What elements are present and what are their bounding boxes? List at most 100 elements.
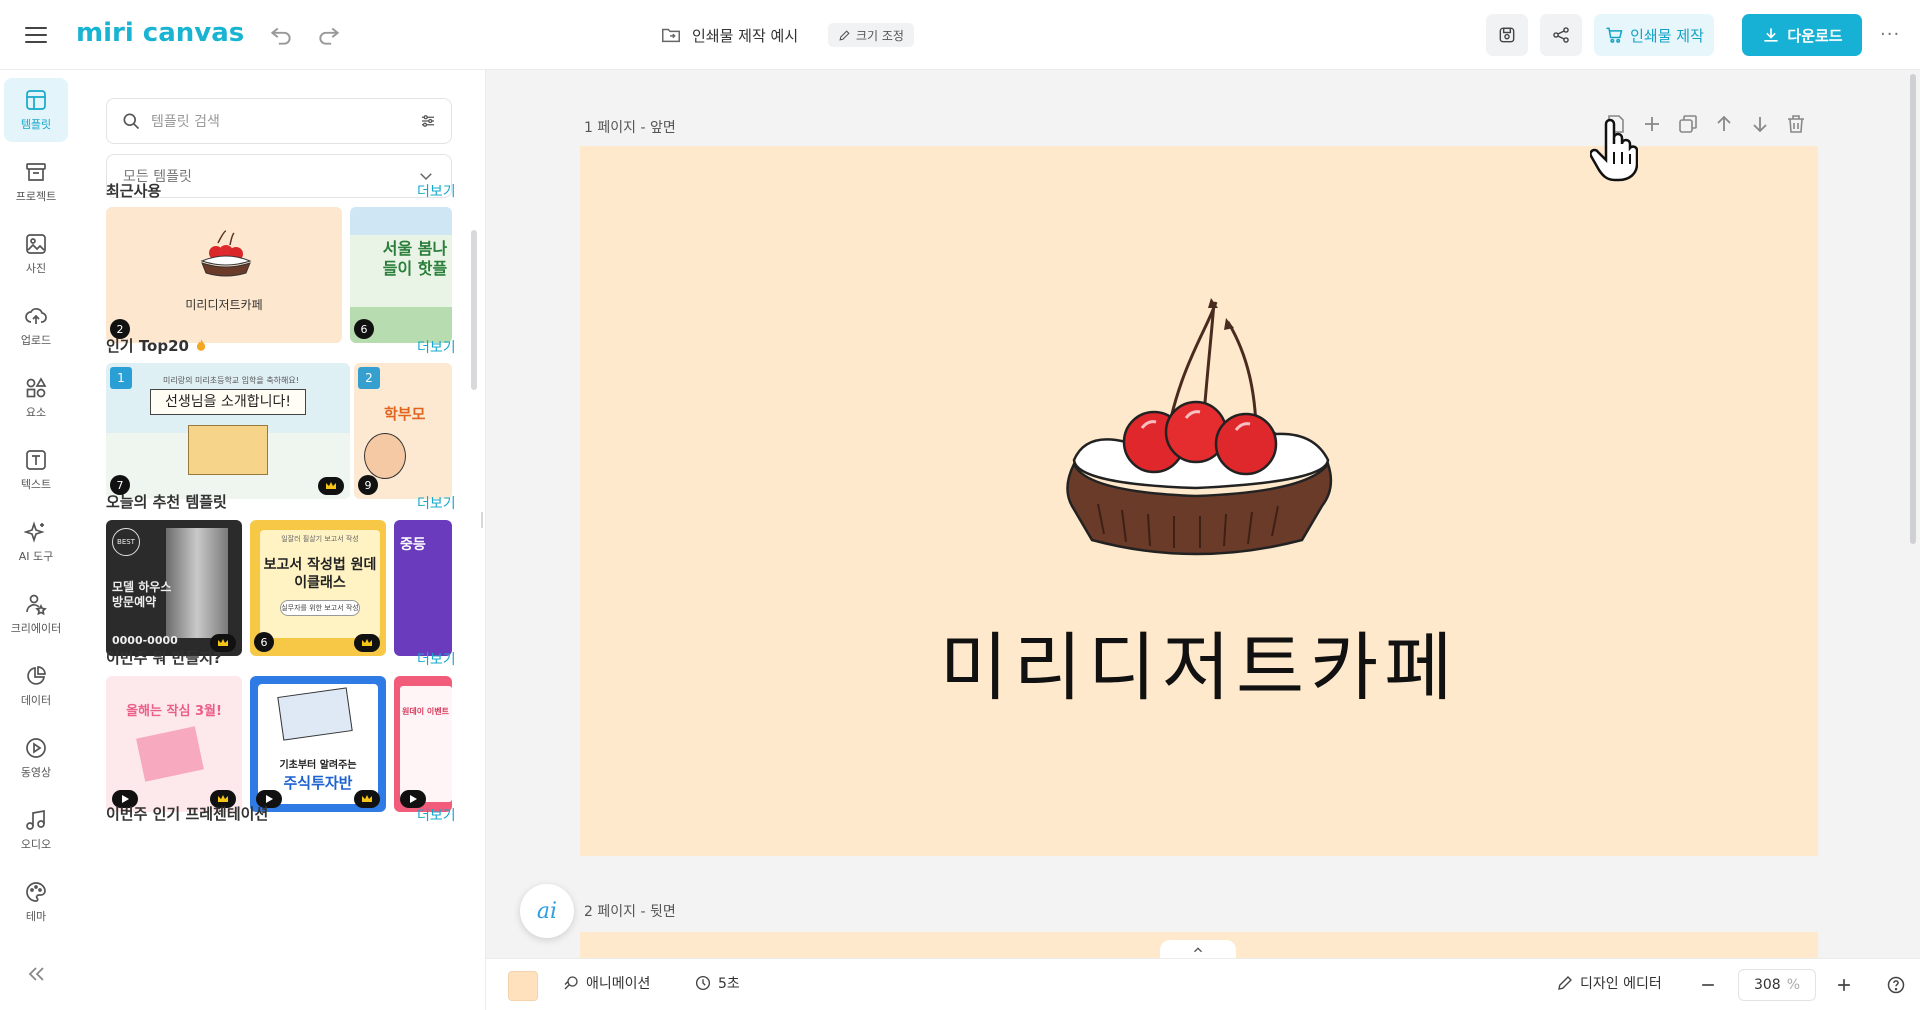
page-duration-button[interactable]: 5초 (694, 973, 740, 993)
move-down-icon[interactable] (1748, 112, 1772, 136)
filter-icon[interactable] (419, 112, 437, 130)
redo-icon[interactable] (316, 22, 342, 48)
zoom-unit: % (1786, 977, 1801, 993)
rail-label: 템플릿 (20, 118, 52, 131)
template-card-today-2[interactable]: 일잘러 필살기 보고서 작성 보고서 작성법 원데이클래스 실무자를 위한 보고… (250, 520, 386, 656)
rail-item-data[interactable]: 데이터 (4, 654, 68, 718)
duplicate-page-icon[interactable] (1676, 112, 1700, 136)
animation-button[interactable]: 애니메이션 (562, 973, 650, 993)
template-card-weekly-3[interactable]: 원데이 이벤트 (394, 676, 452, 812)
fire-icon (197, 339, 206, 351)
page-count-badge: 6 (254, 632, 274, 652)
artboard-page-1[interactable]: 미리디저트카페 (580, 146, 1818, 856)
page-1-label[interactable]: 1 페이지 - 앞면 (584, 117, 676, 137)
more-link-weekly[interactable]: 더보기 (417, 649, 456, 669)
zoom-in-icon[interactable] (1834, 975, 1854, 995)
canvas-scrollbar[interactable] (1910, 74, 1916, 544)
rail-label: 업로드 (20, 334, 52, 347)
more-options-icon[interactable]: ··· (1880, 24, 1900, 45)
save-icon (1499, 27, 1515, 43)
template-icon (26, 90, 46, 110)
more-link-recent[interactable]: 더보기 (417, 181, 456, 201)
animation-icon (564, 976, 578, 990)
template-search-input[interactable]: 템플릿 검색 (106, 98, 452, 144)
rail-item-upload[interactable]: 업로드 (4, 294, 68, 358)
background-color-swatch[interactable] (508, 971, 538, 1001)
download-label: 다운로드 (1787, 26, 1843, 45)
top-bar: miri canvas 인쇄물 제작 예시 크기 조정 인쇄물 제작 다운로드 … (0, 0, 1920, 70)
ai-assistant-button[interactable]: ai (520, 884, 574, 938)
card-paper (400, 686, 452, 802)
rank-badge: 1 (110, 367, 132, 389)
upload-icon (25, 308, 47, 324)
template-card-today-1[interactable]: BEST 모델 하우스 방문예약 0000-0000 (106, 520, 242, 656)
page-2-label[interactable]: 2 페이지 - 뒷면 (584, 901, 676, 921)
rail-label: 텍스트 (20, 478, 52, 491)
help-icon[interactable] (1886, 975, 1906, 995)
more-link-top20[interactable]: 더보기 (417, 337, 456, 357)
move-up-icon[interactable] (1712, 112, 1736, 136)
card-title: 서울 봄나들이 핫플 (382, 239, 448, 278)
rail-item-template[interactable]: 템플릿 (4, 78, 68, 142)
template-card-weekly-1[interactable]: 올해는 작심 3월! (106, 676, 242, 812)
template-card-today-3[interactable]: 중등 (394, 520, 452, 656)
rail-item-text[interactable]: 텍스트 (4, 438, 68, 502)
photo-icon (26, 234, 46, 254)
section-title-weekly: 이번주 뭐 만들지? (106, 649, 222, 667)
template-card-weekly-2[interactable]: 기초부터 알려주는 주식투자반 (250, 676, 386, 812)
pencil-icon (1558, 976, 1572, 990)
resize-button[interactable]: 크기 조정 (828, 23, 914, 47)
add-page-icon[interactable] (1640, 112, 1664, 136)
video-icon (26, 738, 46, 758)
undo-icon[interactable] (268, 22, 294, 48)
page-count-badge: 9 (358, 475, 378, 495)
animation-label: 애니메이션 (586, 976, 651, 992)
template-card-top20-1[interactable]: 미리랑의 미리초등학교 입학을 축하해요! 선생님을 소개합니다! 1 7 (106, 363, 350, 499)
app-logo[interactable]: miri canvas (76, 18, 244, 48)
left-nav-rail: 템플릿 프로젝트 사진 업로드 요소 텍스트 AI 도구 크리에이터 데이터 동… (0, 70, 72, 1010)
ribbon-illustration (136, 726, 204, 782)
rail-item-audio[interactable]: 오디오 (4, 798, 68, 862)
template-panel: 템플릿 검색 모든 템플릿 최근사용 더보기 미리디저트카페 2 서울 봄나들이… (72, 70, 486, 1010)
menu-icon[interactable] (22, 22, 50, 48)
template-card-recent-2[interactable]: 서울 봄나들이 핫플 6 (350, 207, 452, 343)
page-list-toggle[interactable] (1160, 940, 1236, 960)
template-card-top20-2[interactable]: 학부모 2 9 (354, 363, 452, 499)
best-seal: BEST (112, 528, 140, 556)
cart-icon (1606, 27, 1623, 43)
rank-badge: 2 (358, 367, 380, 389)
card-top-text: 일잘러 필살기 보고서 작성 (281, 535, 359, 543)
rail-item-project[interactable]: 프로젝트 (4, 150, 68, 214)
more-link-presentation[interactable]: 더보기 (417, 805, 456, 825)
document-title[interactable]: 인쇄물 제작 예시 (660, 22, 798, 48)
rail-item-video[interactable]: 동영상 (4, 726, 68, 790)
data-icon (27, 666, 46, 685)
rail-label: 프로젝트 (15, 190, 57, 203)
template-card-recent-1[interactable]: 미리디저트카페 2 (106, 207, 342, 343)
share-button[interactable] (1540, 14, 1582, 56)
collapse-panel-icon[interactable] (24, 962, 48, 986)
rail-label: 동영상 (20, 766, 52, 779)
section-title-presentation: 이번주 인기 프레젠테이션 (106, 805, 269, 823)
rail-item-creator[interactable]: 크리에이터 (4, 582, 68, 646)
design-editor-button[interactable]: 디자인 에디터 (1556, 973, 1662, 993)
folder-icon (662, 28, 680, 43)
canvas-title-text[interactable]: 미리디저트카페 (580, 608, 1818, 715)
print-order-button[interactable]: 인쇄물 제작 (1594, 14, 1714, 56)
save-button[interactable] (1486, 14, 1528, 56)
panel-resize-handle[interactable] (477, 490, 486, 550)
rail-item-theme[interactable]: 테마 (4, 870, 68, 934)
panel-scrollbar[interactable] (471, 230, 477, 390)
rail-item-ai-tools[interactable]: AI 도구 (4, 510, 68, 574)
zoom-out-icon[interactable] (1698, 975, 1718, 995)
section-title-top20: 인기 Top20 (106, 335, 208, 356)
zoom-level-input[interactable]: 308 % (1738, 969, 1816, 1001)
cherry-tart-illustration (1066, 298, 1333, 556)
rail-item-photo[interactable]: 사진 (4, 222, 68, 286)
rail-item-elements[interactable]: 요소 (4, 366, 68, 430)
download-button[interactable]: 다운로드 (1742, 14, 1862, 56)
bottom-bar: 애니메이션 5초 디자인 에디터 308 % (486, 958, 1920, 1010)
page-count-badge: 6 (354, 319, 374, 339)
more-link-today[interactable]: 더보기 (417, 493, 456, 513)
delete-page-icon[interactable] (1784, 112, 1808, 136)
